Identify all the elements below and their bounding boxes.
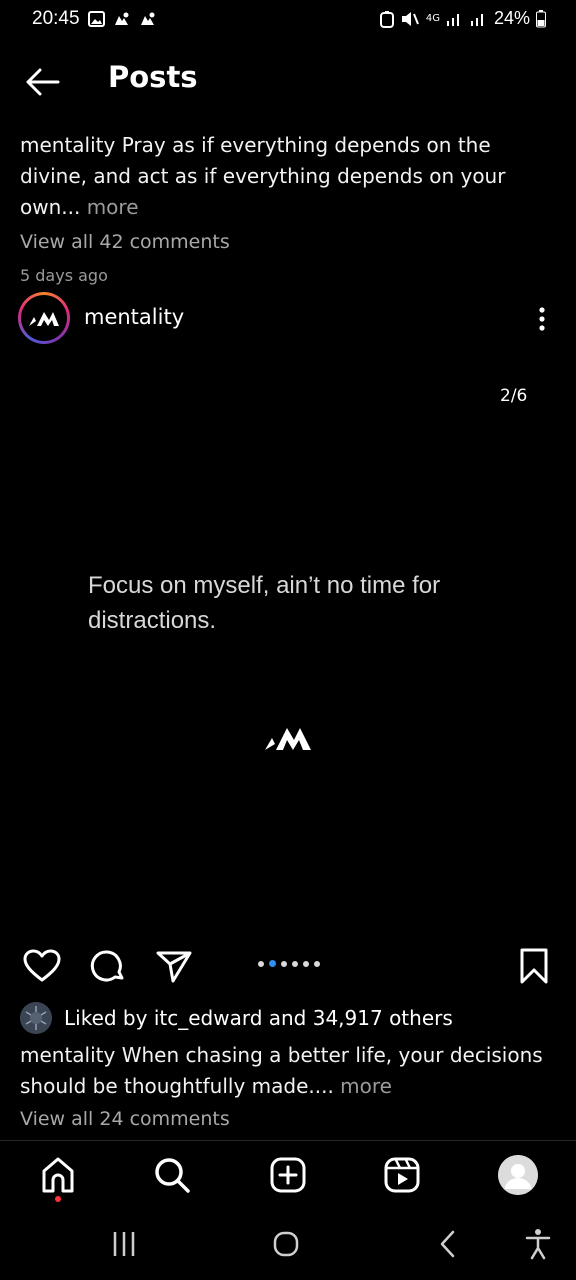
cloud-icon	[115, 12, 129, 25]
mentality-logo-icon	[29, 312, 59, 326]
mute-icon	[401, 11, 419, 26]
nav-search-button[interactable]	[150, 1153, 194, 1197]
liked-by-row[interactable]: Liked by itc_edward and 34,917 others	[20, 1002, 453, 1034]
page-title: Posts	[108, 60, 198, 94]
cloud-icon-2	[141, 12, 155, 25]
alarm-icon	[379, 10, 394, 28]
battery-percent: 24%	[493, 8, 530, 28]
send-icon	[156, 951, 192, 983]
nav-create-button[interactable]	[266, 1153, 310, 1197]
carousel-counter: 2/6	[500, 386, 528, 406]
network-type: 4G	[425, 12, 440, 24]
status-time: 20:45	[32, 8, 80, 29]
default-avatar-icon	[498, 1155, 538, 1195]
post-quote-text: Focus on myself, ain’t no time for distr…	[88, 572, 441, 634]
accessibility-icon	[525, 1229, 551, 1260]
post-avatar[interactable]	[18, 292, 70, 344]
carousel-dot	[258, 960, 264, 967]
liked-by-text: Liked by itc_edward and 34,917 others	[64, 1006, 453, 1030]
system-recents-button[interactable]	[104, 1224, 144, 1264]
nav-reels-button[interactable]	[380, 1153, 424, 1197]
carousel-dot	[292, 960, 298, 967]
system-back-button[interactable]	[428, 1224, 468, 1264]
reels-icon	[384, 1157, 420, 1193]
carousel-dot-active	[269, 960, 276, 967]
comment-icon	[90, 950, 124, 982]
back-chevron-icon	[440, 1230, 455, 1258]
share-button[interactable]	[154, 946, 194, 986]
recents-icon	[113, 1232, 135, 1256]
home-icon	[42, 1157, 74, 1193]
post-caption: mentality When chasing a better life, yo…	[20, 1040, 560, 1102]
kebab-menu-icon	[539, 307, 545, 331]
create-icon	[270, 1157, 306, 1193]
view-comments-link[interactable]: View all 24 comments	[20, 1108, 230, 1130]
search-icon	[155, 1158, 190, 1193]
gallery-icon	[88, 11, 105, 27]
mentality-watermark-icon	[264, 722, 312, 754]
carousel-dot	[303, 960, 309, 967]
signal-icon	[446, 13, 459, 26]
back-button[interactable]	[22, 62, 62, 102]
liker-avatar[interactable]	[20, 1002, 52, 1034]
previous-post-caption: mentality Pray as if everything depends …	[20, 130, 560, 291]
system-home-button[interactable]	[266, 1224, 306, 1264]
caption-username[interactable]: mentality	[20, 1043, 115, 1067]
carousel-indicator	[258, 960, 320, 967]
arrow-left-icon	[26, 68, 60, 96]
bookmark-icon	[520, 948, 548, 984]
nav-home-button[interactable]	[36, 1153, 80, 1197]
nav-profile-avatar[interactable]	[498, 1155, 538, 1195]
carousel-dot	[314, 960, 320, 967]
status-system-icons: 4G 24%	[379, 8, 546, 29]
comment-button[interactable]	[88, 946, 128, 986]
status-notification-icons	[88, 11, 157, 27]
home-circle-icon	[273, 1231, 299, 1257]
notification-dot	[55, 1196, 61, 1202]
heart-icon	[23, 949, 61, 982]
caption-username[interactable]: mentality	[20, 133, 115, 157]
view-comments-link[interactable]: View all 42 comments	[20, 227, 560, 258]
save-button[interactable]	[514, 946, 554, 986]
system-accessibility-button[interactable]	[518, 1224, 558, 1264]
post-time: 5 days ago	[20, 266, 108, 285]
battery-icon	[536, 9, 546, 27]
carousel-dot	[281, 960, 287, 967]
nav-divider	[0, 1140, 576, 1141]
more-link[interactable]: more	[87, 195, 139, 219]
more-link[interactable]: more	[340, 1074, 392, 1098]
signal-icon-2	[470, 13, 483, 26]
more-options-button[interactable]	[532, 302, 552, 336]
like-button[interactable]	[22, 946, 62, 986]
post-username[interactable]: mentality	[84, 305, 184, 329]
